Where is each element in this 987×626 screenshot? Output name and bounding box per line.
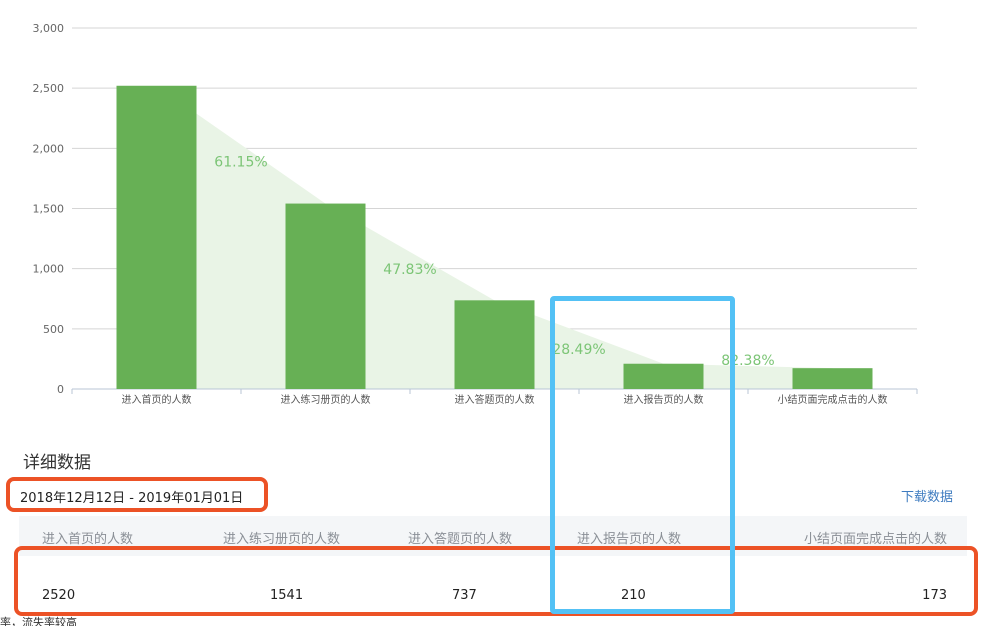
bar xyxy=(792,368,873,389)
header-home-visitors: 进入首页的人数 xyxy=(42,532,134,547)
y-tick-label: 3,000 xyxy=(33,22,65,35)
header-summary-clicks: 小结页面完成点击的人数 xyxy=(803,532,947,547)
y-tick-label: 1,500 xyxy=(33,203,65,216)
bar xyxy=(454,300,535,389)
y-tick-label: 2,500 xyxy=(33,82,65,95)
date-range-highlight-box xyxy=(6,477,268,512)
values-row-highlight-box xyxy=(14,546,978,616)
x-category-label: 小结页面完成点击的人数 xyxy=(778,393,888,406)
detail-section-title: 详细数据 xyxy=(23,453,91,473)
report-column-highlight-box xyxy=(550,296,735,614)
header-answer-visitors: 进入答题页的人数 xyxy=(408,532,513,547)
y-tick-label: 1,000 xyxy=(33,263,65,276)
header-workbook-visitors: 进入练习册页的人数 xyxy=(223,532,341,547)
footer-partial-text: 率，流失率较高 xyxy=(0,616,77,626)
bar xyxy=(285,203,366,389)
conversion-rate-label: 61.15% xyxy=(214,155,267,171)
y-tick-label: 500 xyxy=(43,323,64,336)
x-category-label: 进入练习册页的人数 xyxy=(281,393,371,406)
x-category-label: 进入答题页的人数 xyxy=(455,393,535,406)
conversion-rate-label: 47.83% xyxy=(383,262,436,278)
y-tick-label: 2,000 xyxy=(33,142,65,155)
bar xyxy=(116,85,197,389)
funnel-bar-chart: 0 500 1,000 1,500 2,000 2,500 3,000 进入首页的人数 进入练习… xyxy=(33,22,918,406)
download-data-link[interactable]: 下载数据 xyxy=(901,486,953,505)
y-tick-label: 0 xyxy=(57,383,64,396)
x-category-label: 进入首页的人数 xyxy=(122,393,192,406)
